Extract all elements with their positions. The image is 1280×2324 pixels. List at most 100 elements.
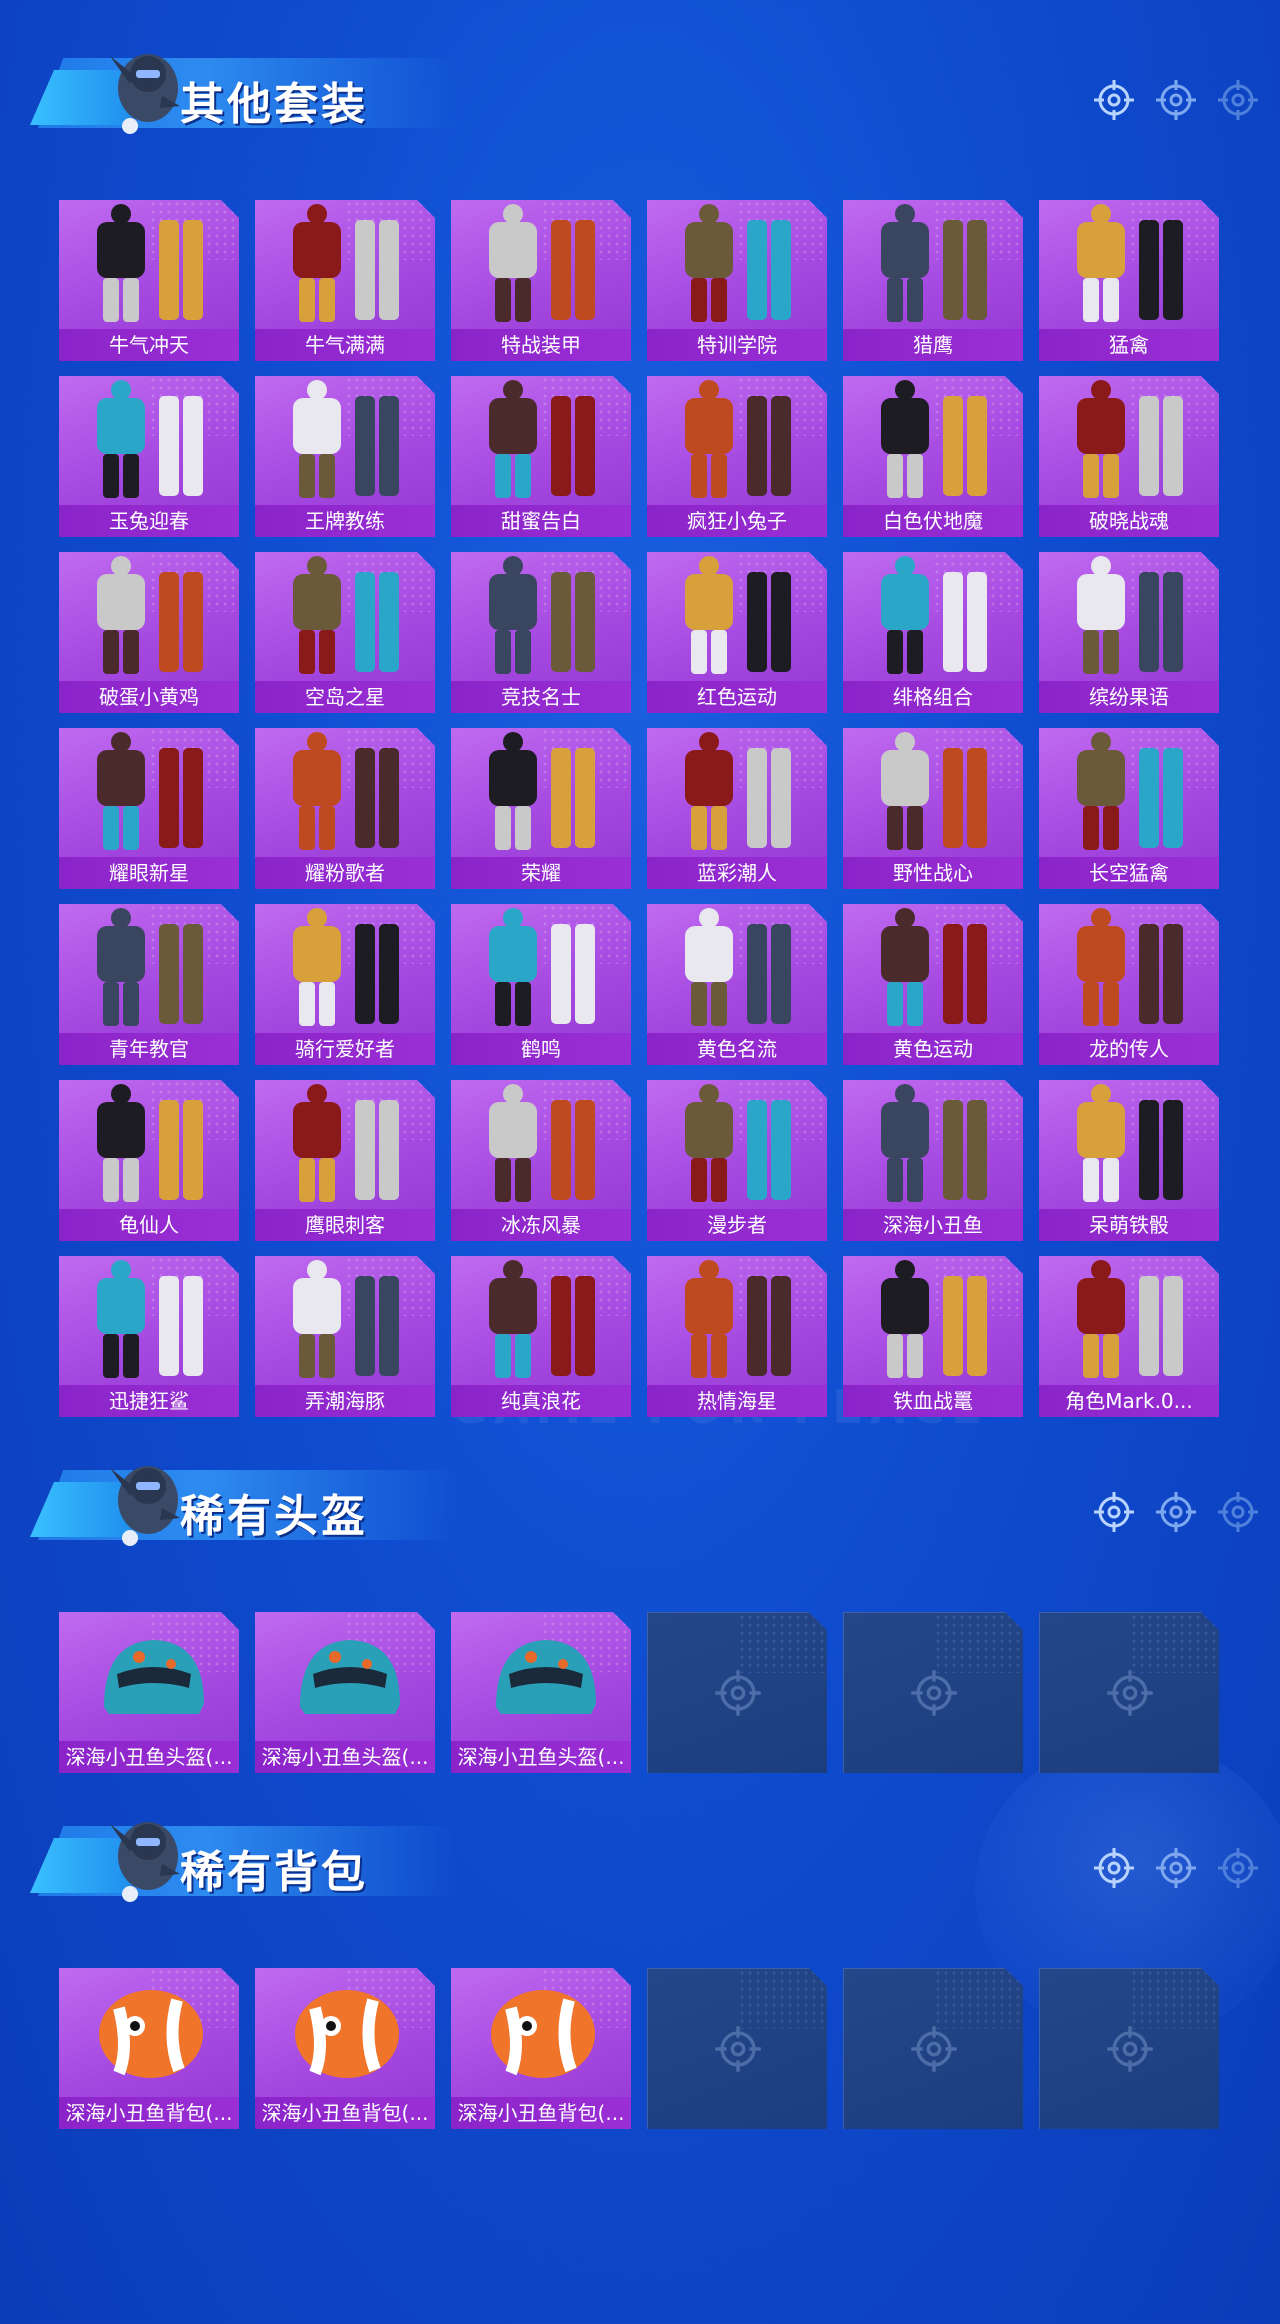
item-card[interactable]: 龙的传人	[1039, 904, 1219, 1065]
item-card[interactable]: 蓝彩潮人	[647, 728, 827, 889]
item-card[interactable]: 深海小丑鱼头盔(...	[59, 1612, 239, 1773]
item-card[interactable]: 深海小丑鱼头盔(...	[255, 1612, 435, 1773]
item-card[interactable]: 疯狂小兔子	[647, 376, 827, 537]
item-label: 牛气冲天	[59, 329, 239, 361]
outfit-art-icon	[881, 380, 987, 498]
item-card[interactable]: 白色伏地魔	[843, 376, 1023, 537]
item-label: 深海小丑鱼头盔(...	[59, 1741, 239, 1773]
item-card[interactable]: 特战装甲	[451, 200, 631, 361]
item-card[interactable]: 深海小丑鱼背包(...	[255, 1968, 435, 2129]
item-card[interactable]: 红色运动	[647, 552, 827, 713]
outfit-art-icon	[293, 1260, 399, 1378]
backpack-grid: 深海小丑鱼背包(... 深海小丑鱼背包(... 深海小丑鱼背包(...	[59, 1968, 1219, 2131]
item-label: 猎鹰	[843, 329, 1023, 361]
item-card[interactable]: 呆萌铁骰	[1039, 1080, 1219, 1241]
outfit-art-icon	[1077, 204, 1183, 322]
item-card[interactable]: 深海小丑鱼头盔(...	[451, 1612, 631, 1773]
item-label: 竞技名士	[451, 681, 631, 713]
item-label: 破晓战魂	[1039, 505, 1219, 537]
item-label: 鹤鸣	[451, 1033, 631, 1065]
item-label: 骑行爱好者	[255, 1033, 435, 1065]
item-card[interactable]: 玉兔迎春	[59, 376, 239, 537]
item-card[interactable]: 甜蜜告白	[451, 376, 631, 537]
outfit-art-icon	[293, 204, 399, 322]
item-card[interactable]: 破蛋小黄鸡	[59, 552, 239, 713]
item-label: 深海小丑鱼背包(...	[59, 2097, 239, 2129]
outfit-art-icon	[881, 908, 987, 1026]
item-label: 弄潮海豚	[255, 1385, 435, 1417]
item-card[interactable]: 缤纷果语	[1039, 552, 1219, 713]
outfit-art-icon	[881, 1084, 987, 1202]
item-card[interactable]: 野性战心	[843, 728, 1023, 889]
dot-pattern	[934, 1969, 1023, 2029]
item-card[interactable]: 牛气满满	[255, 200, 435, 361]
item-card[interactable]: 黄色运动	[843, 904, 1023, 1065]
empty-slot	[647, 1612, 827, 1773]
item-card[interactable]: 角色Mark.0...	[1039, 1256, 1219, 1417]
item-card[interactable]: 长空猛禽	[1039, 728, 1219, 889]
item-label: 耀眼新星	[59, 857, 239, 889]
outfit-art-icon	[293, 908, 399, 1026]
item-card[interactable]: 深海小丑鱼背包(...	[451, 1968, 631, 2129]
item-card[interactable]: 猛禽	[1039, 200, 1219, 361]
item-label: 深海小丑鱼背包(...	[255, 2097, 435, 2129]
item-card[interactable]: 牛气冲天	[59, 200, 239, 361]
item-card[interactable]: 鹰眼刺客	[255, 1080, 435, 1241]
outfit-art-icon	[881, 204, 987, 322]
item-card[interactable]: 青年教官	[59, 904, 239, 1065]
dot-pattern	[738, 1613, 827, 1673]
item-label: 龟仙人	[59, 1209, 239, 1241]
backpack-art-icon	[99, 1990, 203, 2078]
empty-slot	[843, 1612, 1023, 1773]
item-label: 绯格组合	[843, 681, 1023, 713]
item-label: 龙的传人	[1039, 1033, 1219, 1065]
item-card[interactable]: 漫步者	[647, 1080, 827, 1241]
item-label: 特战装甲	[451, 329, 631, 361]
item-card[interactable]: 荣耀	[451, 728, 631, 889]
outfit-art-icon	[97, 1260, 203, 1378]
outfit-art-icon	[489, 556, 595, 674]
item-card[interactable]: 王牌教练	[255, 376, 435, 537]
crosshair-icon	[715, 1670, 761, 1716]
item-card[interactable]: 深海小丑鱼	[843, 1080, 1023, 1241]
item-card[interactable]: 破晓战魂	[1039, 376, 1219, 537]
item-card[interactable]: 铁血战鼍	[843, 1256, 1023, 1417]
item-card[interactable]: 竞技名士	[451, 552, 631, 713]
decor-icons	[1092, 78, 1260, 124]
backpack-art-icon	[295, 1990, 399, 2078]
item-card[interactable]: 黄色名流	[647, 904, 827, 1065]
dot-pattern	[738, 1969, 827, 2029]
item-card[interactable]: 鹤鸣	[451, 904, 631, 1065]
item-card[interactable]: 猎鹰	[843, 200, 1023, 361]
item-card[interactable]: 热情海星	[647, 1256, 827, 1417]
item-label: 耀粉歌者	[255, 857, 435, 889]
outfit-art-icon	[685, 380, 791, 498]
item-label: 野性战心	[843, 857, 1023, 889]
item-label: 玉兔迎春	[59, 505, 239, 537]
outfit-art-icon	[685, 556, 791, 674]
outfit-art-icon	[489, 908, 595, 1026]
item-card[interactable]: 耀粉歌者	[255, 728, 435, 889]
item-card[interactable]: 迅捷狂鲨	[59, 1256, 239, 1417]
item-card[interactable]: 龟仙人	[59, 1080, 239, 1241]
item-label: 冰冻风暴	[451, 1209, 631, 1241]
item-card[interactable]: 绯格组合	[843, 552, 1023, 713]
crosshair-icon	[1218, 1848, 1258, 1888]
item-card[interactable]: 特训学院	[647, 200, 827, 361]
empty-slot	[647, 1968, 827, 2129]
crosshair-icon	[1156, 1492, 1196, 1532]
crosshair-icon	[1107, 2026, 1153, 2072]
item-card[interactable]: 耀眼新星	[59, 728, 239, 889]
item-label: 角色Mark.0...	[1039, 1385, 1219, 1417]
helmet-art-icon	[496, 1640, 596, 1714]
item-card[interactable]: 深海小丑鱼背包(...	[59, 1968, 239, 2129]
item-label: 青年教官	[59, 1033, 239, 1065]
outfit-art-icon	[293, 1084, 399, 1202]
item-label: 漫步者	[647, 1209, 827, 1241]
item-card[interactable]: 冰冻风暴	[451, 1080, 631, 1241]
outfit-art-icon	[685, 204, 791, 322]
item-card[interactable]: 空岛之星	[255, 552, 435, 713]
item-card[interactable]: 骑行爱好者	[255, 904, 435, 1065]
item-card[interactable]: 纯真浪花	[451, 1256, 631, 1417]
item-card[interactable]: 弄潮海豚	[255, 1256, 435, 1417]
